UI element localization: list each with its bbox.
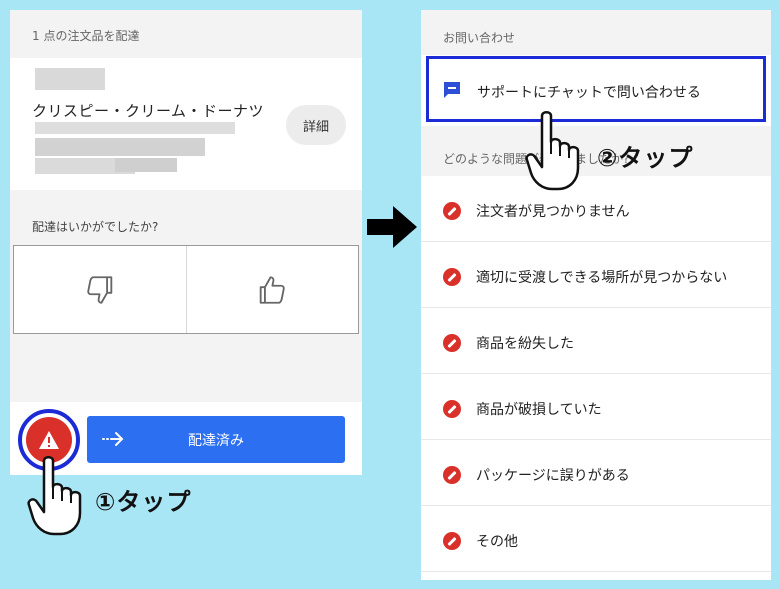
no-entry-icon bbox=[443, 202, 461, 220]
problem-header: どのような問題が発生しましたか? bbox=[421, 126, 771, 176]
delivered-button[interactable]: 配達済み bbox=[87, 416, 345, 463]
thumbs-up-icon bbox=[259, 275, 285, 304]
issue-label: 商品を紛失した bbox=[476, 336, 574, 352]
blurred-customer-name bbox=[35, 68, 105, 90]
blurred-address-line bbox=[35, 122, 235, 134]
delivered-button-label: 配達済み bbox=[188, 433, 244, 449]
thumbs-up-button[interactable] bbox=[185, 246, 359, 333]
issue-item[interactable]: 商品を紛失した bbox=[421, 308, 771, 374]
chat-support-button[interactable]: サポートにチャットで問い合わせる bbox=[426, 56, 766, 122]
issue-item[interactable]: パッケージに誤りがある bbox=[421, 440, 771, 506]
no-entry-icon bbox=[443, 400, 461, 418]
blurred-address-line bbox=[35, 138, 205, 156]
issue-label: 商品が破損していた bbox=[476, 402, 602, 418]
issue-item[interactable]: 商品が破損していた bbox=[421, 374, 771, 440]
rating-options bbox=[13, 245, 359, 334]
thumbs-down-button[interactable] bbox=[14, 246, 186, 333]
pointing-hand-icon bbox=[27, 456, 82, 536]
issue-label: 適切に受渡しできる場所が見つからない bbox=[476, 270, 728, 286]
contact-header-label: お問い合わせ bbox=[443, 31, 516, 45]
next-step-arrow-icon bbox=[367, 206, 417, 248]
pointing-hand-icon bbox=[525, 111, 580, 191]
issue-label: その他 bbox=[476, 534, 518, 550]
issue-item[interactable]: その他 bbox=[421, 506, 771, 572]
shop-name: クリスピー・クリーム・ドーナツ bbox=[32, 102, 265, 120]
contact-support-screen: お問い合わせ サポートにチャットで問い合わせる どのような問題が発生しましたか?… bbox=[421, 10, 771, 580]
chat-support-label: サポートにチャットで問い合わせる bbox=[477, 85, 701, 101]
order-details: クリスピー・クリーム・ドーナツ 詳細 bbox=[10, 58, 362, 190]
details-button[interactable]: 詳細 bbox=[286, 105, 346, 145]
issue-label: 注文者が見つかりません bbox=[476, 204, 630, 220]
rating-prompt: 配達はいかがでしたか? bbox=[32, 220, 159, 234]
thumbs-down-icon bbox=[87, 275, 113, 304]
chat-icon bbox=[444, 82, 460, 98]
no-entry-icon bbox=[443, 466, 461, 484]
issue-label: パッケージに誤りがある bbox=[476, 468, 630, 484]
issue-item[interactable]: 注文者が見つかりません bbox=[421, 176, 771, 242]
issue-list: 注文者が見つかりません 適切に受渡しできる場所が見つからない 商品を紛失した 商… bbox=[421, 176, 771, 572]
delivery-screen: 1 点の注文品を配達 クリスピー・クリーム・ドーナツ 詳細 配達はいかがでしたか… bbox=[10, 10, 362, 475]
contact-header: お問い合わせ bbox=[421, 10, 771, 55]
order-count-label: 1 点の注文品を配達 bbox=[32, 29, 140, 43]
issue-item[interactable]: 適切に受渡しできる場所が見つからない bbox=[421, 242, 771, 308]
blurred-address-line bbox=[115, 158, 177, 172]
step2-label: ②タップ bbox=[597, 144, 694, 172]
order-count-header: 1 点の注文品を配達 bbox=[10, 10, 362, 58]
no-entry-icon bbox=[443, 334, 461, 352]
warning-icon bbox=[39, 431, 59, 449]
no-entry-icon bbox=[443, 532, 461, 550]
step1-label: ①タップ bbox=[95, 488, 192, 516]
no-entry-icon bbox=[443, 268, 461, 286]
